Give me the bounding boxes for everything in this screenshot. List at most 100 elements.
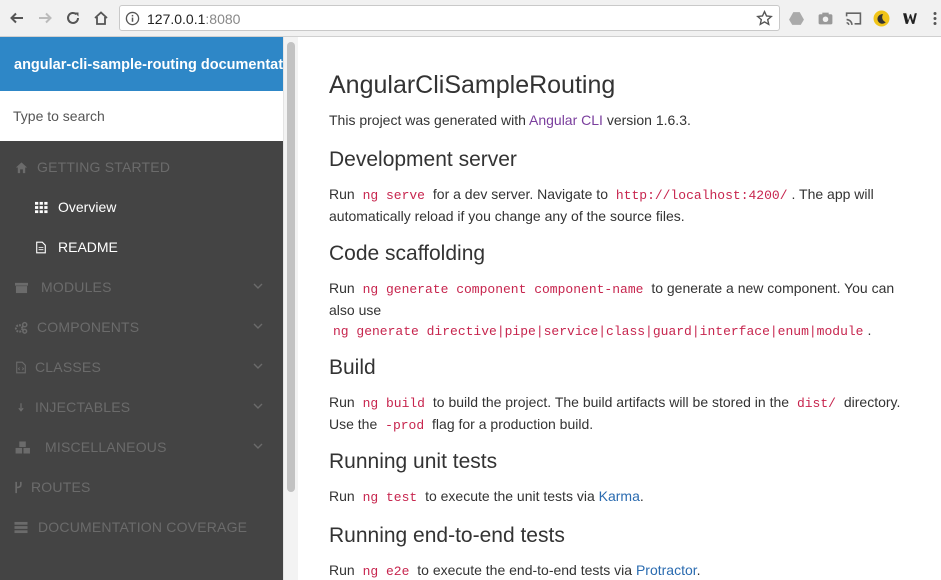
code-scaffolding-paragraph: Run ng generate component component-name…	[329, 278, 914, 342]
file-code-icon	[14, 360, 28, 374]
sidebar-item-label: Overview	[58, 199, 117, 215]
main-content: AngularCliSampleRouting This project was…	[298, 37, 941, 580]
cubes-icon	[14, 440, 32, 454]
text: for a dev server. Navigate to	[429, 186, 612, 202]
sidebar-item-label: MODULES	[41, 279, 112, 295]
text: Run	[329, 562, 359, 578]
chevron-down-icon	[253, 323, 263, 329]
reload-button[interactable]	[61, 6, 85, 30]
sidebar-item-miscellaneous[interactable]: MISCELLANEOUS	[0, 427, 283, 467]
ng-serve-code: ng serve	[362, 188, 425, 203]
sidebar-item-overview[interactable]: Overview	[0, 187, 283, 227]
text: .	[867, 322, 872, 338]
info-icon[interactable]	[125, 11, 140, 26]
intro-text: This project was generated with	[329, 112, 529, 128]
chevron-down-icon	[253, 403, 263, 409]
camera-extension-icon[interactable]	[817, 10, 834, 27]
sidebar-item-label: CLASSES	[35, 359, 101, 375]
unit-tests-paragraph: Run ng test to execute the unit tests vi…	[329, 486, 914, 508]
sidebar: angular-cli-sample-routing documentat...…	[0, 37, 283, 580]
ng-generate-component-code: ng generate component component-name	[362, 282, 644, 297]
text: flag for a production build.	[428, 416, 594, 432]
sidebar-item-readme[interactable]: README	[0, 227, 283, 267]
ng-generate-options-code: ng generate directive|pipe|service|class…	[333, 324, 864, 339]
text: to execute the end-to-end tests via	[413, 562, 636, 578]
sidebar-item-label: GETTING STARTED	[37, 159, 171, 175]
ng-e2e-code: ng e2e	[362, 564, 410, 579]
url-host: 127.0.0.1	[147, 11, 206, 27]
address-bar[interactable]: 127.0.0.1:8080	[119, 5, 780, 31]
sidebar-item-documentation-coverage[interactable]: DOCUMENTATION COVERAGE	[0, 507, 283, 547]
sidebar-item-label: DOCUMENTATION COVERAGE	[38, 519, 248, 535]
sidebar-title[interactable]: angular-cli-sample-routing documentat...	[0, 37, 283, 91]
sidebar-item-routes[interactable]: ROUTES	[0, 467, 283, 507]
home-button[interactable]	[89, 6, 113, 30]
sidebar-item-components[interactable]: COMPONENTS	[0, 307, 283, 347]
text: to execute the unit tests via	[421, 488, 599, 504]
build-heading: Build	[329, 356, 376, 379]
search-box	[0, 91, 283, 141]
sidebar-item-label: README	[58, 239, 118, 255]
drive-extension-icon[interactable]	[788, 10, 805, 27]
intro-paragraph: This project was generated with Angular …	[329, 110, 914, 130]
text: Run	[329, 186, 359, 202]
home-icon	[94, 11, 108, 25]
wappalyzer-extension-icon[interactable]	[902, 10, 919, 27]
sidebar-scrollbar[interactable]	[283, 37, 298, 580]
build-paragraph: Run ng build to build the project. The b…	[329, 392, 914, 436]
code-scaffolding-heading: Code scaffolding	[329, 242, 486, 265]
forward-button[interactable]	[33, 6, 57, 30]
ng-test-code: ng test	[362, 490, 418, 505]
file-icon	[34, 240, 48, 254]
text: .	[696, 562, 701, 578]
arrow-right-icon	[39, 12, 52, 24]
chrome-menu-icon[interactable]	[926, 10, 941, 27]
browser-toolbar: 127.0.0.1:8080	[0, 0, 941, 37]
sidebar-item-getting-started[interactable]: GETTING STARTED	[0, 147, 283, 187]
grid-icon	[34, 200, 48, 214]
protractor-link[interactable]: Protractor	[636, 562, 697, 578]
dev-server-heading: Development server	[329, 148, 517, 171]
intro-version-text: version 1.6.3.	[602, 112, 691, 128]
e2e-tests-heading: Running end-to-end tests	[329, 524, 565, 547]
arrow-left-icon	[10, 12, 23, 24]
text: Run	[329, 488, 359, 504]
search-input[interactable]	[13, 108, 263, 124]
bookmark-star-icon[interactable]	[756, 10, 773, 27]
dev-server-paragraph: Run ng serve for a dev server. Navigate …	[329, 184, 914, 226]
chevron-down-icon	[253, 283, 263, 289]
cast-icon[interactable]	[845, 10, 862, 27]
chevron-down-icon	[253, 443, 263, 449]
text: Run	[329, 394, 359, 410]
localhost-url-code: http://localhost:4200/	[615, 188, 788, 203]
dist-code: dist/	[796, 396, 836, 411]
angular-cli-link[interactable]: Angular CLI	[529, 112, 603, 128]
karma-link[interactable]: Karma	[599, 488, 640, 504]
back-button[interactable]	[5, 6, 29, 30]
page-title: AngularCliSampleRouting	[329, 71, 616, 99]
prod-flag-code: -prod	[385, 418, 425, 433]
code-fork-icon	[14, 480, 23, 494]
archive-icon	[14, 280, 28, 294]
arrow-down-icon	[14, 400, 28, 414]
sidebar-item-label: COMPONENTS	[37, 319, 140, 335]
reload-icon	[67, 11, 79, 24]
tasks-icon	[14, 520, 28, 534]
sidebar-item-injectables[interactable]: INJECTABLES	[0, 387, 283, 427]
sidebar-item-label: MISCELLANEOUS	[45, 439, 167, 455]
url-port: :8080	[205, 11, 241, 27]
text: .	[639, 488, 644, 504]
ng-build-code: ng build	[362, 396, 425, 411]
chevron-down-icon	[253, 363, 263, 369]
home-icon	[14, 160, 28, 174]
url-text: 127.0.0.1:8080	[147, 11, 240, 27]
sidebar-item-classes[interactable]: CLASSES	[0, 347, 283, 387]
scrollbar-thumb[interactable]	[287, 42, 295, 492]
night-mode-extension-icon[interactable]	[873, 10, 890, 27]
e2e-tests-paragraph: Run ng e2e to execute the end-to-end tes…	[329, 560, 914, 580]
unit-tests-heading: Running unit tests	[329, 450, 498, 473]
cogs-icon	[14, 320, 28, 334]
sidebar-item-label: ROUTES	[31, 479, 91, 495]
sidebar-item-modules[interactable]: MODULES	[0, 267, 283, 307]
text: to build the project. The build artifact…	[429, 394, 793, 410]
